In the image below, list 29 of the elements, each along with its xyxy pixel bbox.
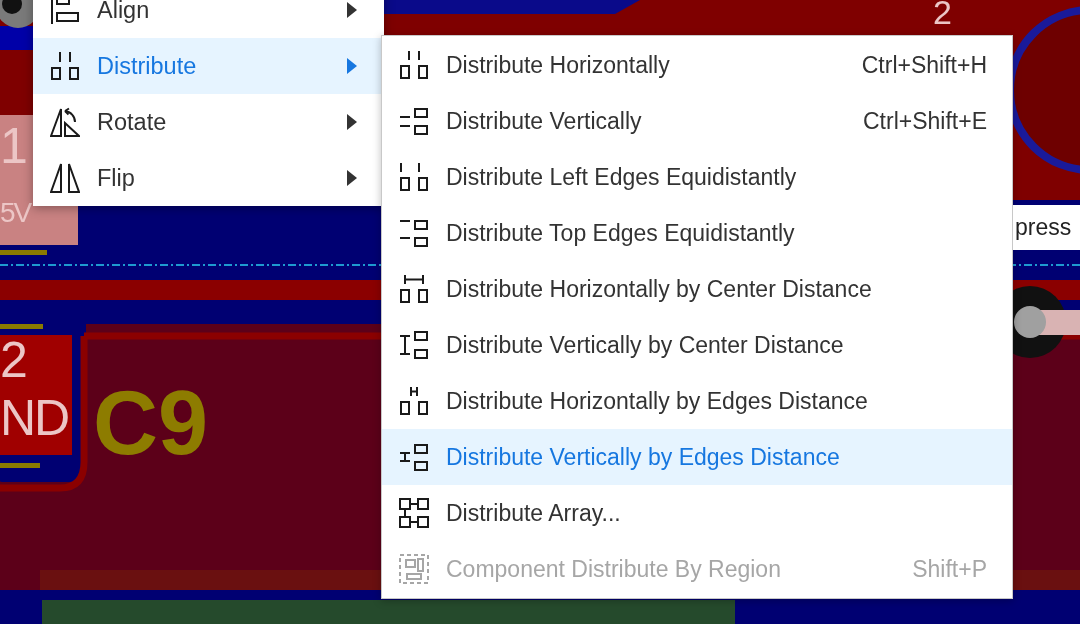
top-edges-icon [399,218,429,248]
menu-item[interactable]: Distribute Top Edges Equidistantly [382,205,1012,261]
boxes-horizontal-icon [50,51,80,81]
menu-item[interactable]: Distribute Array... [382,485,1012,541]
tooltip: press [1013,205,1080,250]
menu-item[interactable]: Distribute Vertically Ctrl+Shift+E [382,93,1012,149]
pad-label: 5V [0,202,31,223]
menu-item[interactable]: Distribute [33,38,384,94]
left-edges-icon [399,162,429,192]
menu-item[interactable]: Distribute Horizontally Ctrl+Shift+H [382,37,1012,93]
menu-item[interactable]: Rotate [33,94,384,150]
rotate-icon [50,107,80,137]
edges-distance-vertical-icon [399,442,429,472]
align-left-icon [50,0,80,25]
pad-label: 2 [933,0,950,26]
edges-distance-horizontal-icon [399,386,429,416]
menu-item[interactable]: Distribute Left Edges Equidistantly [382,149,1012,205]
boxes-horizontal-icon [399,50,429,80]
menu-item[interactable]: Distribute Horizontally by Edges Distance [382,373,1012,429]
pad-label: ND [0,400,69,438]
menu-item[interactable]: Distribute Vertically by Edges Distance [382,429,1012,485]
silkscreen-label: C9 [93,390,209,458]
menu-item[interactable]: Flip [33,150,384,206]
pad-label: 1 [0,128,26,166]
flip-icon [50,163,80,193]
pad-label: 2 [0,342,26,380]
boxes-vertical-icon [399,106,429,136]
menu-item[interactable]: Align [33,0,384,38]
boxes-grid-icon [399,498,429,528]
